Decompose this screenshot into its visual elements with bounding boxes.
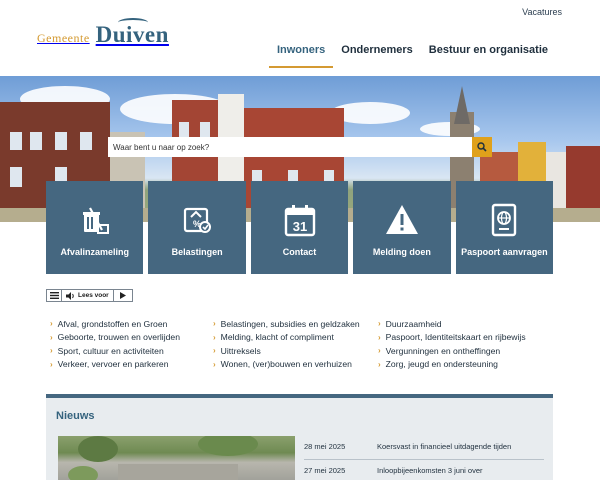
- topic-link[interactable]: › Paspoort, Identiteitskaart en rijbewijs: [378, 331, 558, 345]
- menu-icon: [49, 292, 59, 299]
- tile-melding-doen[interactable]: Melding doen: [353, 181, 451, 274]
- chevron-right-icon: ›: [50, 332, 53, 342]
- readspeaker-play-button[interactable]: [114, 290, 132, 301]
- readspeaker-widget: Lees voor: [46, 289, 133, 302]
- chevron-right-icon: ›: [213, 359, 216, 369]
- topic-link[interactable]: › Zorg, jeugd en ondersteuning: [378, 358, 558, 372]
- tile-contact[interactable]: 31 Contact: [250, 181, 349, 274]
- chevron-right-icon: ›: [378, 319, 381, 329]
- search-icon: [477, 142, 487, 152]
- tile-paspoort-aanvragen[interactable]: Paspoort aanvragen: [455, 181, 554, 274]
- service-tiles: Afvalinzameling % Belastingen 31 Contact…: [46, 181, 554, 274]
- news-date: 27 mei 2025: [304, 465, 346, 475]
- warning-icon: [385, 205, 418, 234]
- search-button[interactable]: [472, 137, 492, 157]
- topic-column-3: › Duurzaamheid › Paspoort, Identiteitskaar…: [378, 317, 558, 371]
- topic-link[interactable]: › Wonen, (ver)bouwen en verhuizen: [213, 358, 378, 372]
- tile-label: Melding doen: [372, 247, 431, 257]
- vacatures-link[interactable]: Vacatures: [522, 7, 562, 17]
- news-section: Nieuws 28 mei 2025 Koersvast in financie…: [46, 394, 553, 480]
- topic-column-2: › Belastingen, subsidies en geldzaken › Me…: [213, 317, 378, 371]
- news-link[interactable]: Inloopbijeenkomsten 3 juni over: [377, 466, 544, 477]
- logo-arc-icon: [117, 18, 148, 27]
- news-link[interactable]: Koersvast in financieel uitdagende tijde…: [377, 442, 544, 453]
- news-photo[interactable]: [58, 436, 295, 480]
- tile-label: Belastingen: [171, 247, 223, 257]
- chevron-right-icon: ›: [213, 319, 216, 329]
- calendar-day-text: 31: [292, 219, 306, 234]
- topic-link[interactable]: › Verkeer, vervoer en parkeren: [50, 358, 213, 372]
- news-heading: Nieuws: [56, 410, 95, 422]
- tile-label: Paspoort aanvragen: [461, 247, 548, 257]
- passport-icon: [492, 203, 517, 237]
- topic-link[interactable]: › Melding, klacht of compliment: [213, 331, 378, 345]
- news-item: 28 mei 2025 Koersvast in financieel uitd…: [304, 436, 544, 460]
- news-date: 28 mei 2025: [304, 442, 346, 451]
- logo-duiven-text: Duiven: [96, 18, 169, 48]
- nav-inwoners[interactable]: Inwoners: [268, 44, 334, 68]
- chevron-right-icon: ›: [50, 346, 53, 356]
- search-bar: [108, 137, 492, 157]
- chevron-right-icon: ›: [378, 359, 381, 369]
- play-icon: [119, 292, 126, 299]
- chevron-right-icon: ›: [213, 346, 216, 356]
- topic-link[interactable]: › Afval, grondstoffen en Groen: [50, 317, 213, 331]
- logo[interactable]: Gemeente Duiven: [37, 18, 169, 52]
- main-navigation: Inwoners Ondernemers Bestuur en organisa…: [268, 44, 556, 68]
- speaker-icon: [66, 291, 74, 300]
- news-list: 28 mei 2025 Koersvast in financieel uitd…: [304, 436, 544, 480]
- tax-document-icon: %: [184, 207, 212, 233]
- chevron-right-icon: ›: [50, 359, 53, 369]
- tile-afvalinzameling[interactable]: Afvalinzameling: [46, 181, 144, 274]
- topic-link[interactable]: › Sport, cultuur en activiteiten: [50, 344, 213, 358]
- tile-belastingen[interactable]: % Belastingen: [148, 181, 246, 274]
- readspeaker-listen-button[interactable]: Lees voor: [62, 290, 114, 301]
- logo-gemeente-text: Gemeente: [37, 31, 90, 45]
- top-bar: Vacatures: [0, 0, 600, 24]
- nav-bestuur-en-organisatie[interactable]: Bestuur en organisatie: [421, 44, 556, 68]
- topic-links: › Afval, grondstoffen en Groen › Geboorte,…: [50, 317, 560, 371]
- chevron-right-icon: ›: [378, 332, 381, 342]
- search-input[interactable]: [108, 137, 472, 157]
- readspeaker-menu-button[interactable]: [47, 290, 62, 301]
- tile-label: Afvalinzameling: [60, 247, 129, 257]
- topic-link[interactable]: › Vergunningen en ontheffingen: [378, 344, 558, 358]
- news-item: 27 mei 2025 Inloopbijeenkomsten 3 juni o…: [304, 460, 544, 480]
- readspeaker-label: Lees voor: [78, 292, 109, 299]
- topic-column-1: › Afval, grondstoffen en Groen › Geboorte,…: [50, 317, 213, 371]
- tile-label: Contact: [282, 247, 317, 257]
- chevron-right-icon: ›: [378, 346, 381, 356]
- chevron-right-icon: ›: [50, 319, 53, 329]
- topic-link[interactable]: › Uittreksels: [213, 344, 378, 358]
- chevron-right-icon: ›: [213, 332, 216, 342]
- topic-link[interactable]: › Duurzaamheid: [378, 317, 558, 331]
- topic-link[interactable]: › Geboorte, trouwen en overlijden: [50, 331, 213, 345]
- trash-bin-icon: [82, 207, 109, 234]
- nav-ondernemers[interactable]: Ondernemers: [333, 44, 421, 68]
- calendar-31-icon: 31: [284, 205, 315, 237]
- topic-link[interactable]: › Belastingen, subsidies en geldzaken: [213, 317, 378, 331]
